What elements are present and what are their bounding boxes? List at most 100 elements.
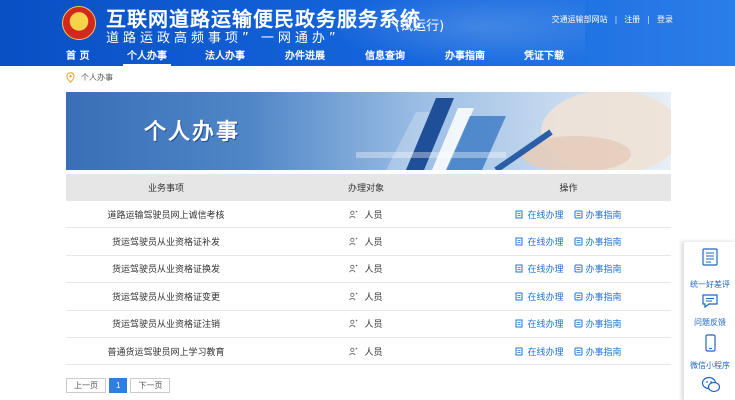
column-header-item: 业务事项: [147, 184, 184, 194]
nav-home[interactable]: 首 页: [66, 47, 89, 66]
column-header-actions: 操作: [559, 184, 578, 194]
guide-doc-icon: [574, 264, 582, 273]
table-row: 货运驾驶员从业资格证变更 人员 在线办理 办事指南: [66, 283, 671, 311]
location-pin-icon: [66, 71, 75, 83]
user-group-icon: [349, 320, 358, 328]
pagination: 上一页 1 下一页: [66, 378, 171, 393]
target-label: 人员: [364, 238, 383, 249]
target-label: 人员: [364, 210, 383, 221]
current-page-button[interactable]: 1: [109, 378, 128, 393]
nav-personal[interactable]: 个人办事: [123, 47, 171, 66]
banner-title: 个人办事: [144, 120, 241, 145]
online-apply-link[interactable]: 在线办理: [515, 262, 564, 276]
user-group-icon: [349, 237, 358, 246]
online-apply-link[interactable]: 在线办理: [515, 317, 564, 331]
online-apply-label: 在线办理: [527, 320, 564, 331]
service-guide-label: 办事指南: [585, 265, 622, 276]
online-apply-label: 在线办理: [527, 238, 564, 249]
guide-doc-icon: [574, 237, 582, 246]
page-banner: 个人办事: [66, 92, 671, 170]
service-guide-link[interactable]: 办事指南: [574, 262, 622, 275]
online-apply-link[interactable]: 在线办理: [515, 290, 564, 303]
site-header: ★ 互联网道路运输便民政务服务系统 道路运政高频事项” 一网通办” (试运行) …: [0, 0, 735, 66]
service-name: 货运驾驶员从业资格证注销: [111, 320, 220, 331]
ministry-website-link[interactable]: 交通运输部网站: [552, 14, 608, 25]
online-apply-label: 在线办理: [527, 347, 564, 358]
service-guide-link[interactable]: 办事指南: [574, 235, 622, 248]
user-group-icon: [349, 265, 358, 273]
login-link[interactable]: 登录: [657, 14, 673, 25]
service-guide-link[interactable]: 办事指南: [574, 317, 622, 330]
edit-doc-icon: [515, 210, 523, 219]
edit-doc-icon: [515, 292, 523, 301]
link-separator: |: [614, 15, 618, 24]
floating-service-panel: 统一好差评 问题反馈 微信小程序: [683, 242, 735, 400]
service-name: 货运驾驶员从业资格证补发: [111, 238, 220, 249]
service-guide-label: 办事指南: [585, 320, 622, 331]
target-label: 人员: [364, 320, 383, 331]
actions-cell: 在线办理 办事指南: [466, 345, 671, 358]
target-cell: 人员: [266, 317, 466, 330]
edit-doc-icon: [515, 319, 523, 328]
services-table: 业务事项 办理对象 操作 道路运输驾驶员网上诚信考核 人员 在线办理 办事指南 …: [66, 174, 671, 366]
guide-doc-icon: [574, 347, 582, 356]
breadcrumb-current: 个人办事: [81, 72, 113, 82]
link-separator: |: [647, 15, 650, 24]
service-guide-link[interactable]: 办事指南: [574, 290, 622, 303]
banner-illustration: [356, 92, 671, 170]
online-apply-link[interactable]: 在线办理: [515, 345, 564, 358]
service-guide-link[interactable]: 办事指南: [574, 345, 622, 358]
table-row: 货运驾驶员从业资格证补发 人员 在线办理 办事指南: [66, 228, 671, 256]
mobile-icon: [705, 334, 716, 352]
user-group-icon: [349, 210, 358, 219]
guide-doc-icon: [574, 319, 582, 328]
online-apply-link[interactable]: 在线办理: [515, 208, 564, 221]
actions-cell: 在线办理 办事指南: [466, 317, 671, 330]
main-nav: 首 页 个人办事 法人办事 办件进展 信息查询 办事指南 凭证下载: [0, 47, 735, 66]
nav-download[interactable]: 凭证下载: [524, 47, 564, 66]
online-apply-label: 在线办理: [527, 210, 564, 221]
target-cell: 人员: [266, 290, 466, 303]
top-links: 交通运输部网站 | 注册 | 登录: [552, 14, 673, 25]
service-guide-link[interactable]: 办事指南: [574, 208, 622, 221]
guide-doc-icon: [574, 292, 582, 301]
actions-cell: 在线办理 办事指南: [466, 262, 671, 275]
target-cell: 人员: [266, 208, 466, 221]
rating-icon: [702, 248, 718, 266]
column-header-target: 办理对象: [347, 184, 384, 194]
next-page-button[interactable]: 下一页: [130, 378, 171, 393]
target-cell: 人员: [266, 262, 466, 275]
nav-query[interactable]: 信息查询: [365, 47, 405, 66]
target-cell: 人员: [266, 345, 466, 358]
breadcrumb: 个人办事: [66, 70, 113, 84]
national-emblem-icon: ★: [62, 6, 96, 40]
nav-corporate[interactable]: 法人办事: [205, 47, 245, 66]
feedback-icon: [702, 294, 718, 309]
actions-cell: 在线办理 办事指南: [466, 208, 671, 221]
prev-page-button[interactable]: 上一页: [66, 378, 106, 393]
service-guide-label: 办事指南: [585, 347, 622, 358]
table-row: 货运驾驶员从业资格证换发 人员 在线办理 办事指南: [66, 256, 671, 284]
table-header: 业务事项 办理对象 操作: [66, 174, 671, 201]
service-name: 普通货运驾驶员网上学习教育: [107, 347, 225, 358]
feedback-label: 问题反馈: [694, 318, 726, 327]
nav-progress[interactable]: 办件进展: [285, 47, 325, 66]
edit-doc-icon: [515, 264, 523, 273]
service-name: 货运驾驶员从业资格证换发: [111, 265, 220, 276]
nav-guide[interactable]: 办事指南: [445, 47, 485, 66]
target-label: 人员: [364, 265, 383, 276]
target-label: 人员: [364, 292, 383, 303]
edit-doc-icon: [515, 347, 523, 356]
online-apply-link[interactable]: 在线办理: [515, 235, 564, 249]
user-group-icon: [349, 292, 358, 301]
table-row: 货运驾驶员从业资格证注销 人员 在线办理 办事指南: [66, 311, 671, 338]
table-row: 普通货运驾驶员网上学习教育 人员 在线办理 办事指南: [66, 338, 671, 366]
rating-label: 统一好差评: [690, 280, 730, 289]
service-name: 货运驾驶员从业资格证变更: [111, 292, 220, 303]
service-guide-label: 办事指南: [585, 210, 622, 221]
target-label: 人员: [364, 347, 383, 358]
register-link[interactable]: 注册: [624, 14, 640, 25]
online-apply-label: 在线办理: [527, 265, 564, 276]
actions-cell: 在线办理 办事指南: [466, 235, 671, 248]
service-name: 道路运输驾驶员网上诚信考核: [107, 210, 225, 221]
